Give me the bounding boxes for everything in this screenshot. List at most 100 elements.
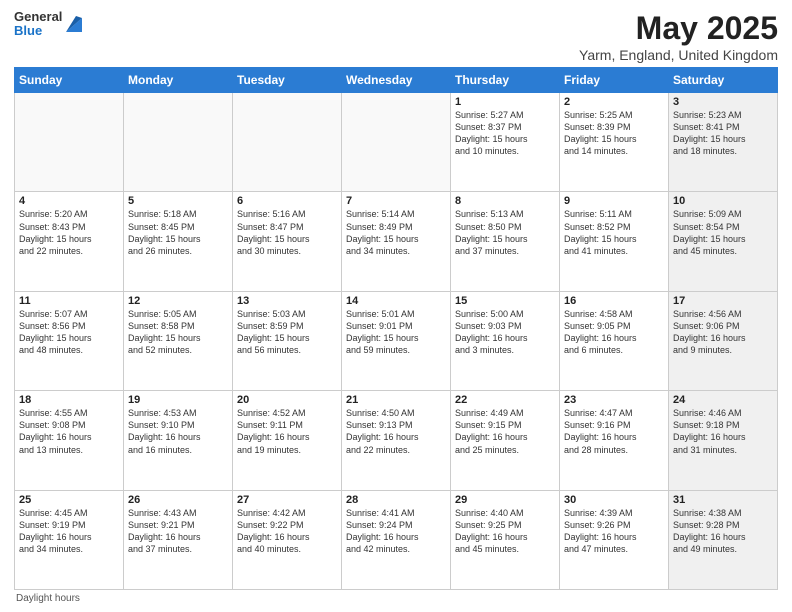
calendar-cell: 15Sunrise: 5:00 AM Sunset: 9:03 PM Dayli… (451, 291, 560, 390)
day-number: 6 (237, 195, 337, 207)
calendar-cell: 24Sunrise: 4:46 AM Sunset: 9:18 PM Dayli… (669, 391, 778, 490)
calendar-cell: 6Sunrise: 5:16 AM Sunset: 8:47 PM Daylig… (233, 192, 342, 291)
day-info: Sunrise: 4:58 AM Sunset: 9:05 PM Dayligh… (564, 308, 664, 357)
day-number: 2 (564, 96, 664, 108)
day-number: 13 (237, 295, 337, 307)
day-info: Sunrise: 5:27 AM Sunset: 8:37 PM Dayligh… (455, 109, 555, 158)
day-info: Sunrise: 4:47 AM Sunset: 9:16 PM Dayligh… (564, 407, 664, 456)
calendar-cell: 19Sunrise: 4:53 AM Sunset: 9:10 PM Dayli… (124, 391, 233, 490)
day-info: Sunrise: 4:41 AM Sunset: 9:24 PM Dayligh… (346, 507, 446, 556)
day-number: 7 (346, 195, 446, 207)
day-info: Sunrise: 4:52 AM Sunset: 9:11 PM Dayligh… (237, 407, 337, 456)
page-subtitle: Yarm, England, United Kingdom (579, 47, 778, 63)
calendar-cell: 11Sunrise: 5:07 AM Sunset: 8:56 PM Dayli… (15, 291, 124, 390)
logo: General Blue (14, 10, 84, 39)
day-info: Sunrise: 4:38 AM Sunset: 9:28 PM Dayligh… (673, 507, 773, 556)
day-info: Sunrise: 5:25 AM Sunset: 8:39 PM Dayligh… (564, 109, 664, 158)
calendar-cell: 21Sunrise: 4:50 AM Sunset: 9:13 PM Dayli… (342, 391, 451, 490)
day-number: 12 (128, 295, 228, 307)
day-info: Sunrise: 5:20 AM Sunset: 8:43 PM Dayligh… (19, 208, 119, 257)
day-info: Sunrise: 5:05 AM Sunset: 8:58 PM Dayligh… (128, 308, 228, 357)
calendar-header-row: SundayMondayTuesdayWednesdayThursdayFrid… (15, 68, 778, 93)
calendar-cell: 3Sunrise: 5:23 AM Sunset: 8:41 PM Daylig… (669, 93, 778, 192)
calendar-cell: 14Sunrise: 5:01 AM Sunset: 9:01 PM Dayli… (342, 291, 451, 390)
calendar-cell: 7Sunrise: 5:14 AM Sunset: 8:49 PM Daylig… (342, 192, 451, 291)
calendar-cell: 25Sunrise: 4:45 AM Sunset: 9:19 PM Dayli… (15, 490, 124, 589)
calendar-cell: 27Sunrise: 4:42 AM Sunset: 9:22 PM Dayli… (233, 490, 342, 589)
calendar-cell: 28Sunrise: 4:41 AM Sunset: 9:24 PM Dayli… (342, 490, 451, 589)
col-header-sunday: Sunday (15, 68, 124, 93)
day-info: Sunrise: 4:43 AM Sunset: 9:21 PM Dayligh… (128, 507, 228, 556)
day-number: 1 (455, 96, 555, 108)
calendar-cell: 9Sunrise: 5:11 AM Sunset: 8:52 PM Daylig… (560, 192, 669, 291)
day-number: 28 (346, 494, 446, 506)
day-number: 16 (564, 295, 664, 307)
calendar-cell: 5Sunrise: 5:18 AM Sunset: 8:45 PM Daylig… (124, 192, 233, 291)
day-number: 8 (455, 195, 555, 207)
calendar-row-3: 18Sunrise: 4:55 AM Sunset: 9:08 PM Dayli… (15, 391, 778, 490)
calendar-cell (342, 93, 451, 192)
calendar-cell: 13Sunrise: 5:03 AM Sunset: 8:59 PM Dayli… (233, 291, 342, 390)
logo-blue: Blue (14, 24, 62, 38)
day-info: Sunrise: 5:14 AM Sunset: 8:49 PM Dayligh… (346, 208, 446, 257)
day-info: Sunrise: 4:39 AM Sunset: 9:26 PM Dayligh… (564, 507, 664, 556)
day-number: 24 (673, 394, 773, 406)
day-number: 4 (19, 195, 119, 207)
calendar-cell: 22Sunrise: 4:49 AM Sunset: 9:15 PM Dayli… (451, 391, 560, 490)
day-number: 18 (19, 394, 119, 406)
page-title: May 2025 (579, 10, 778, 47)
day-info: Sunrise: 5:13 AM Sunset: 8:50 PM Dayligh… (455, 208, 555, 257)
col-header-saturday: Saturday (669, 68, 778, 93)
day-number: 14 (346, 295, 446, 307)
col-header-tuesday: Tuesday (233, 68, 342, 93)
calendar-cell: 16Sunrise: 4:58 AM Sunset: 9:05 PM Dayli… (560, 291, 669, 390)
day-info: Sunrise: 5:09 AM Sunset: 8:54 PM Dayligh… (673, 208, 773, 257)
day-number: 11 (19, 295, 119, 307)
calendar-cell: 10Sunrise: 5:09 AM Sunset: 8:54 PM Dayli… (669, 192, 778, 291)
day-number: 19 (128, 394, 228, 406)
day-info: Sunrise: 5:07 AM Sunset: 8:56 PM Dayligh… (19, 308, 119, 357)
day-info: Sunrise: 5:00 AM Sunset: 9:03 PM Dayligh… (455, 308, 555, 357)
day-info: Sunrise: 4:49 AM Sunset: 9:15 PM Dayligh… (455, 407, 555, 456)
footer: Daylight hours (14, 593, 778, 604)
col-header-thursday: Thursday (451, 68, 560, 93)
calendar-cell: 4Sunrise: 5:20 AM Sunset: 8:43 PM Daylig… (15, 192, 124, 291)
day-number: 21 (346, 394, 446, 406)
col-header-monday: Monday (124, 68, 233, 93)
calendar-cell: 31Sunrise: 4:38 AM Sunset: 9:28 PM Dayli… (669, 490, 778, 589)
day-info: Sunrise: 5:23 AM Sunset: 8:41 PM Dayligh… (673, 109, 773, 158)
calendar-row-2: 11Sunrise: 5:07 AM Sunset: 8:56 PM Dayli… (15, 291, 778, 390)
calendar-cell: 18Sunrise: 4:55 AM Sunset: 9:08 PM Dayli… (15, 391, 124, 490)
day-info: Sunrise: 5:03 AM Sunset: 8:59 PM Dayligh… (237, 308, 337, 357)
day-number: 5 (128, 195, 228, 207)
calendar-cell (233, 93, 342, 192)
logo-icon (64, 12, 84, 36)
day-number: 15 (455, 295, 555, 307)
logo-text: General Blue (14, 10, 62, 39)
day-info: Sunrise: 5:18 AM Sunset: 8:45 PM Dayligh… (128, 208, 228, 257)
day-info: Sunrise: 4:40 AM Sunset: 9:25 PM Dayligh… (455, 507, 555, 556)
day-info: Sunrise: 4:53 AM Sunset: 9:10 PM Dayligh… (128, 407, 228, 456)
title-block: May 2025 Yarm, England, United Kingdom (579, 10, 778, 63)
calendar-cell: 1Sunrise: 5:27 AM Sunset: 8:37 PM Daylig… (451, 93, 560, 192)
day-number: 17 (673, 295, 773, 307)
day-number: 30 (564, 494, 664, 506)
calendar-cell: 8Sunrise: 5:13 AM Sunset: 8:50 PM Daylig… (451, 192, 560, 291)
day-number: 25 (19, 494, 119, 506)
day-number: 9 (564, 195, 664, 207)
day-info: Sunrise: 5:16 AM Sunset: 8:47 PM Dayligh… (237, 208, 337, 257)
day-info: Sunrise: 4:50 AM Sunset: 9:13 PM Dayligh… (346, 407, 446, 456)
day-number: 29 (455, 494, 555, 506)
day-number: 22 (455, 394, 555, 406)
calendar-cell: 29Sunrise: 4:40 AM Sunset: 9:25 PM Dayli… (451, 490, 560, 589)
header: General Blue May 2025 Yarm, England, Uni… (14, 10, 778, 63)
day-info: Sunrise: 4:56 AM Sunset: 9:06 PM Dayligh… (673, 308, 773, 357)
calendar-cell (15, 93, 124, 192)
calendar-cell (124, 93, 233, 192)
calendar-row-0: 1Sunrise: 5:27 AM Sunset: 8:37 PM Daylig… (15, 93, 778, 192)
day-number: 31 (673, 494, 773, 506)
calendar-row-4: 25Sunrise: 4:45 AM Sunset: 9:19 PM Dayli… (15, 490, 778, 589)
day-number: 20 (237, 394, 337, 406)
day-info: Sunrise: 5:11 AM Sunset: 8:52 PM Dayligh… (564, 208, 664, 257)
day-info: Sunrise: 4:45 AM Sunset: 9:19 PM Dayligh… (19, 507, 119, 556)
